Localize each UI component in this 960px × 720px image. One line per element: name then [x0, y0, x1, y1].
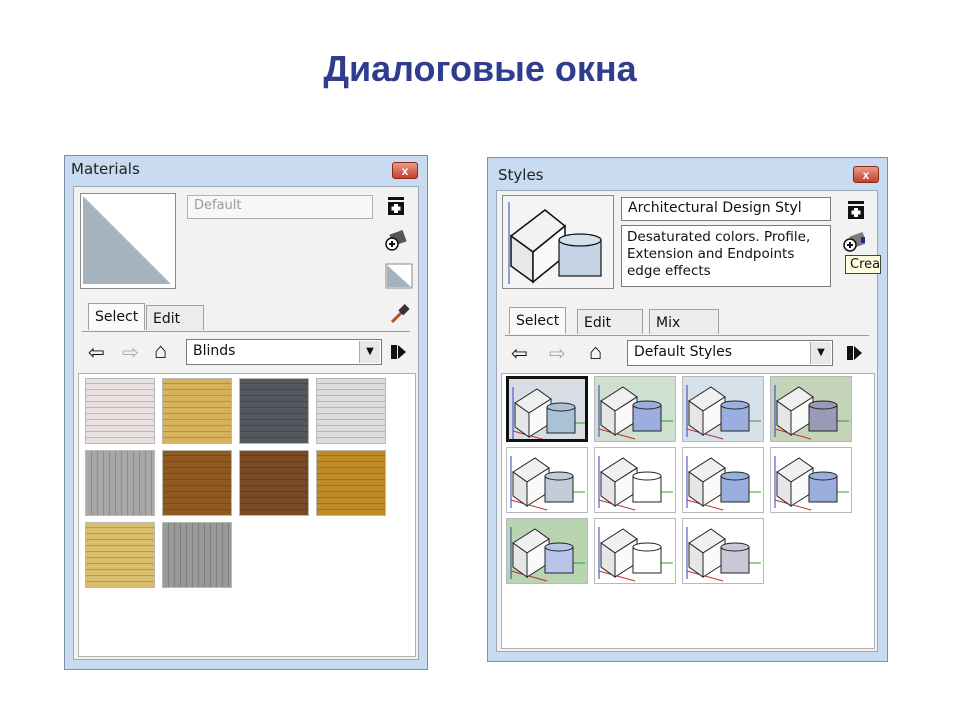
home-icon[interactable]: ⌂	[589, 341, 602, 363]
material-swatch-blinds-silver[interactable]	[85, 450, 155, 516]
materials-library-value: Blinds	[193, 343, 236, 359]
update-style-icon[interactable]	[843, 231, 865, 253]
material-swatch-blinds-tan[interactable]	[162, 378, 232, 444]
materials-grid	[78, 373, 416, 657]
materials-tabs: Select Edit	[82, 303, 410, 332]
material-swatch-blinds-yellow-stripe[interactable]	[85, 522, 155, 588]
material-swatch-blinds-metal[interactable]	[162, 522, 232, 588]
materials-panel: Default Select Edit ⇦ ⇨ ⌂ Blinds ▼	[73, 186, 419, 660]
chevron-down-icon[interactable]: ▼	[359, 341, 380, 363]
eyedropper-icon[interactable]	[388, 302, 410, 324]
tab-edit[interactable]: Edit	[577, 309, 643, 334]
styles-window: Styles x Architectural Design Styl Desat…	[487, 157, 888, 662]
styles-close-button[interactable]: x	[853, 166, 879, 183]
material-swatch-blinds-light-gray[interactable]	[316, 378, 386, 444]
paint-bucket-icon[interactable]	[385, 229, 407, 251]
forward-arrow-icon[interactable]: ⇨	[549, 343, 566, 365]
details-arrow-icon[interactable]	[843, 342, 865, 364]
material-swatch-blinds-white[interactable]	[85, 378, 155, 444]
materials-close-button[interactable]: x	[392, 162, 418, 179]
material-swatch-blinds-wood-dark[interactable]	[239, 450, 309, 516]
details-arrow-icon[interactable]	[387, 341, 409, 363]
home-icon[interactable]: ⌂	[154, 340, 167, 362]
material-swatch-blinds-wood-amber[interactable]	[316, 450, 386, 516]
style-thumb-1[interactable]	[506, 376, 588, 442]
back-arrow-icon[interactable]: ⇦	[88, 342, 105, 364]
styles-library-value: Default Styles	[634, 344, 733, 360]
styles-window-title: Styles	[498, 166, 544, 184]
style-description[interactable]: Desaturated colors. Profile, Extension a…	[621, 225, 831, 287]
material-swatch-blinds-dark-gray[interactable]	[239, 378, 309, 444]
style-name-input[interactable]: Architectural Design Styl	[621, 197, 831, 221]
tab-select[interactable]: Select	[509, 307, 567, 334]
materials-window-title: Materials	[71, 160, 140, 178]
tab-select[interactable]: Select	[88, 303, 146, 330]
material-preview	[80, 193, 176, 289]
style-thumb-8[interactable]	[770, 447, 852, 513]
style-thumb-6[interactable]	[594, 447, 676, 513]
materials-window: Materials x Default Select Edit ⇦ ⇨ ⌂ Bl…	[64, 155, 428, 670]
material-preview-swatch	[83, 196, 171, 284]
material-name-input[interactable]: Default	[187, 195, 373, 219]
style-thumb-7[interactable]	[682, 447, 764, 513]
style-thumb-10[interactable]	[594, 518, 676, 584]
back-arrow-icon[interactable]: ⇦	[511, 343, 528, 365]
style-preview	[502, 195, 614, 289]
create-style-tooltip: Crea	[845, 255, 881, 274]
display-secondary-selection-icon[interactable]	[385, 263, 413, 289]
style-thumb-9[interactable]	[506, 518, 588, 584]
material-swatch-blinds-wood-brown[interactable]	[162, 450, 232, 516]
slide-title: Диалоговые окна	[323, 48, 637, 89]
style-thumb-11[interactable]	[682, 518, 764, 584]
styles-grid	[501, 373, 875, 649]
chevron-down-icon[interactable]: ▼	[810, 342, 831, 364]
materials-library-select[interactable]: Blinds ▼	[186, 339, 382, 365]
style-thumb-2[interactable]	[594, 376, 676, 442]
style-thumb-5[interactable]	[506, 447, 588, 513]
create-style-icon[interactable]	[845, 199, 867, 221]
styles-tabs: Select Edit Mix	[505, 307, 869, 336]
tab-mix[interactable]: Mix	[649, 309, 719, 334]
forward-arrow-icon[interactable]: ⇨	[122, 342, 139, 364]
style-thumb-3[interactable]	[682, 376, 764, 442]
tab-edit[interactable]: Edit	[146, 305, 204, 330]
style-thumb-4[interactable]	[770, 376, 852, 442]
styles-panel: Architectural Design Styl Desaturated co…	[496, 190, 881, 652]
create-material-icon[interactable]	[385, 195, 407, 217]
style-preview-image	[503, 196, 613, 288]
styles-library-select[interactable]: Default Styles ▼	[627, 340, 833, 366]
